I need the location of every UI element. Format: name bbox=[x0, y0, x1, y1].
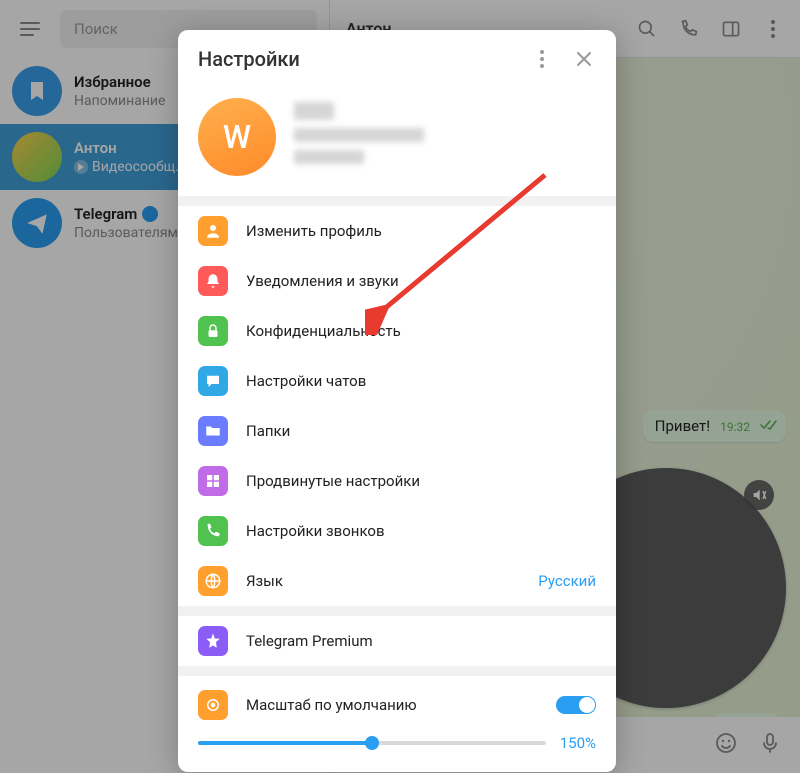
settings-item[interactable]: Язык Русский bbox=[178, 556, 616, 606]
settings-item-label: Изменить профиль bbox=[246, 222, 596, 240]
settings-item-label: Язык bbox=[246, 572, 520, 590]
settings-item[interactable]: Папки bbox=[178, 406, 616, 456]
bell-icon bbox=[198, 266, 228, 296]
phone-icon bbox=[198, 516, 228, 546]
settings-item-label: Конфиденциальность bbox=[246, 322, 596, 340]
star-icon bbox=[198, 626, 228, 656]
settings-item-label: Уведомления и звуки bbox=[246, 272, 596, 290]
settings-item-label: Настройки звонков bbox=[246, 522, 596, 540]
scale-icon bbox=[198, 690, 228, 720]
profile-avatar: W bbox=[198, 98, 276, 176]
scale-slider[interactable] bbox=[198, 741, 546, 745]
modal-title: Настройки bbox=[198, 47, 512, 71]
settings-item[interactable]: Продвинутые настройки bbox=[178, 456, 616, 506]
scale-value: 150% bbox=[560, 734, 596, 752]
settings-item-label: Папки bbox=[246, 422, 596, 440]
premium-label: Telegram Premium bbox=[246, 632, 596, 650]
settings-item[interactable]: Конфиденциальность bbox=[178, 306, 616, 356]
settings-item-value: Русский bbox=[538, 572, 596, 590]
settings-item[interactable]: Настройки звонков bbox=[178, 506, 616, 556]
settings-item[interactable]: Настройки чатов bbox=[178, 356, 616, 406]
lock-icon bbox=[198, 316, 228, 346]
settings-item[interactable]: Изменить профиль bbox=[178, 206, 616, 256]
settings-item-label: Продвинутые настройки bbox=[246, 472, 596, 490]
close-icon[interactable] bbox=[572, 47, 596, 71]
settings-item[interactable]: Уведомления и звуки bbox=[178, 256, 616, 306]
user-icon bbox=[198, 216, 228, 246]
settings-item-premium[interactable]: Telegram Premium bbox=[178, 616, 616, 666]
scale-setting: Масштаб по умолчанию 150% bbox=[178, 676, 616, 772]
profile-summary[interactable]: W bbox=[178, 88, 616, 196]
scale-label: Масштаб по умолчанию bbox=[246, 696, 538, 714]
more-icon[interactable] bbox=[530, 47, 554, 71]
profile-info bbox=[294, 102, 596, 172]
settings-item-label: Настройки чатов bbox=[246, 372, 596, 390]
settings-modal: Настройки W Изменить профиль Уведомления… bbox=[178, 30, 616, 772]
grid-icon bbox=[198, 466, 228, 496]
scale-toggle[interactable] bbox=[556, 696, 596, 714]
folder-icon bbox=[198, 416, 228, 446]
chat-icon bbox=[198, 366, 228, 396]
globe-icon bbox=[198, 566, 228, 596]
